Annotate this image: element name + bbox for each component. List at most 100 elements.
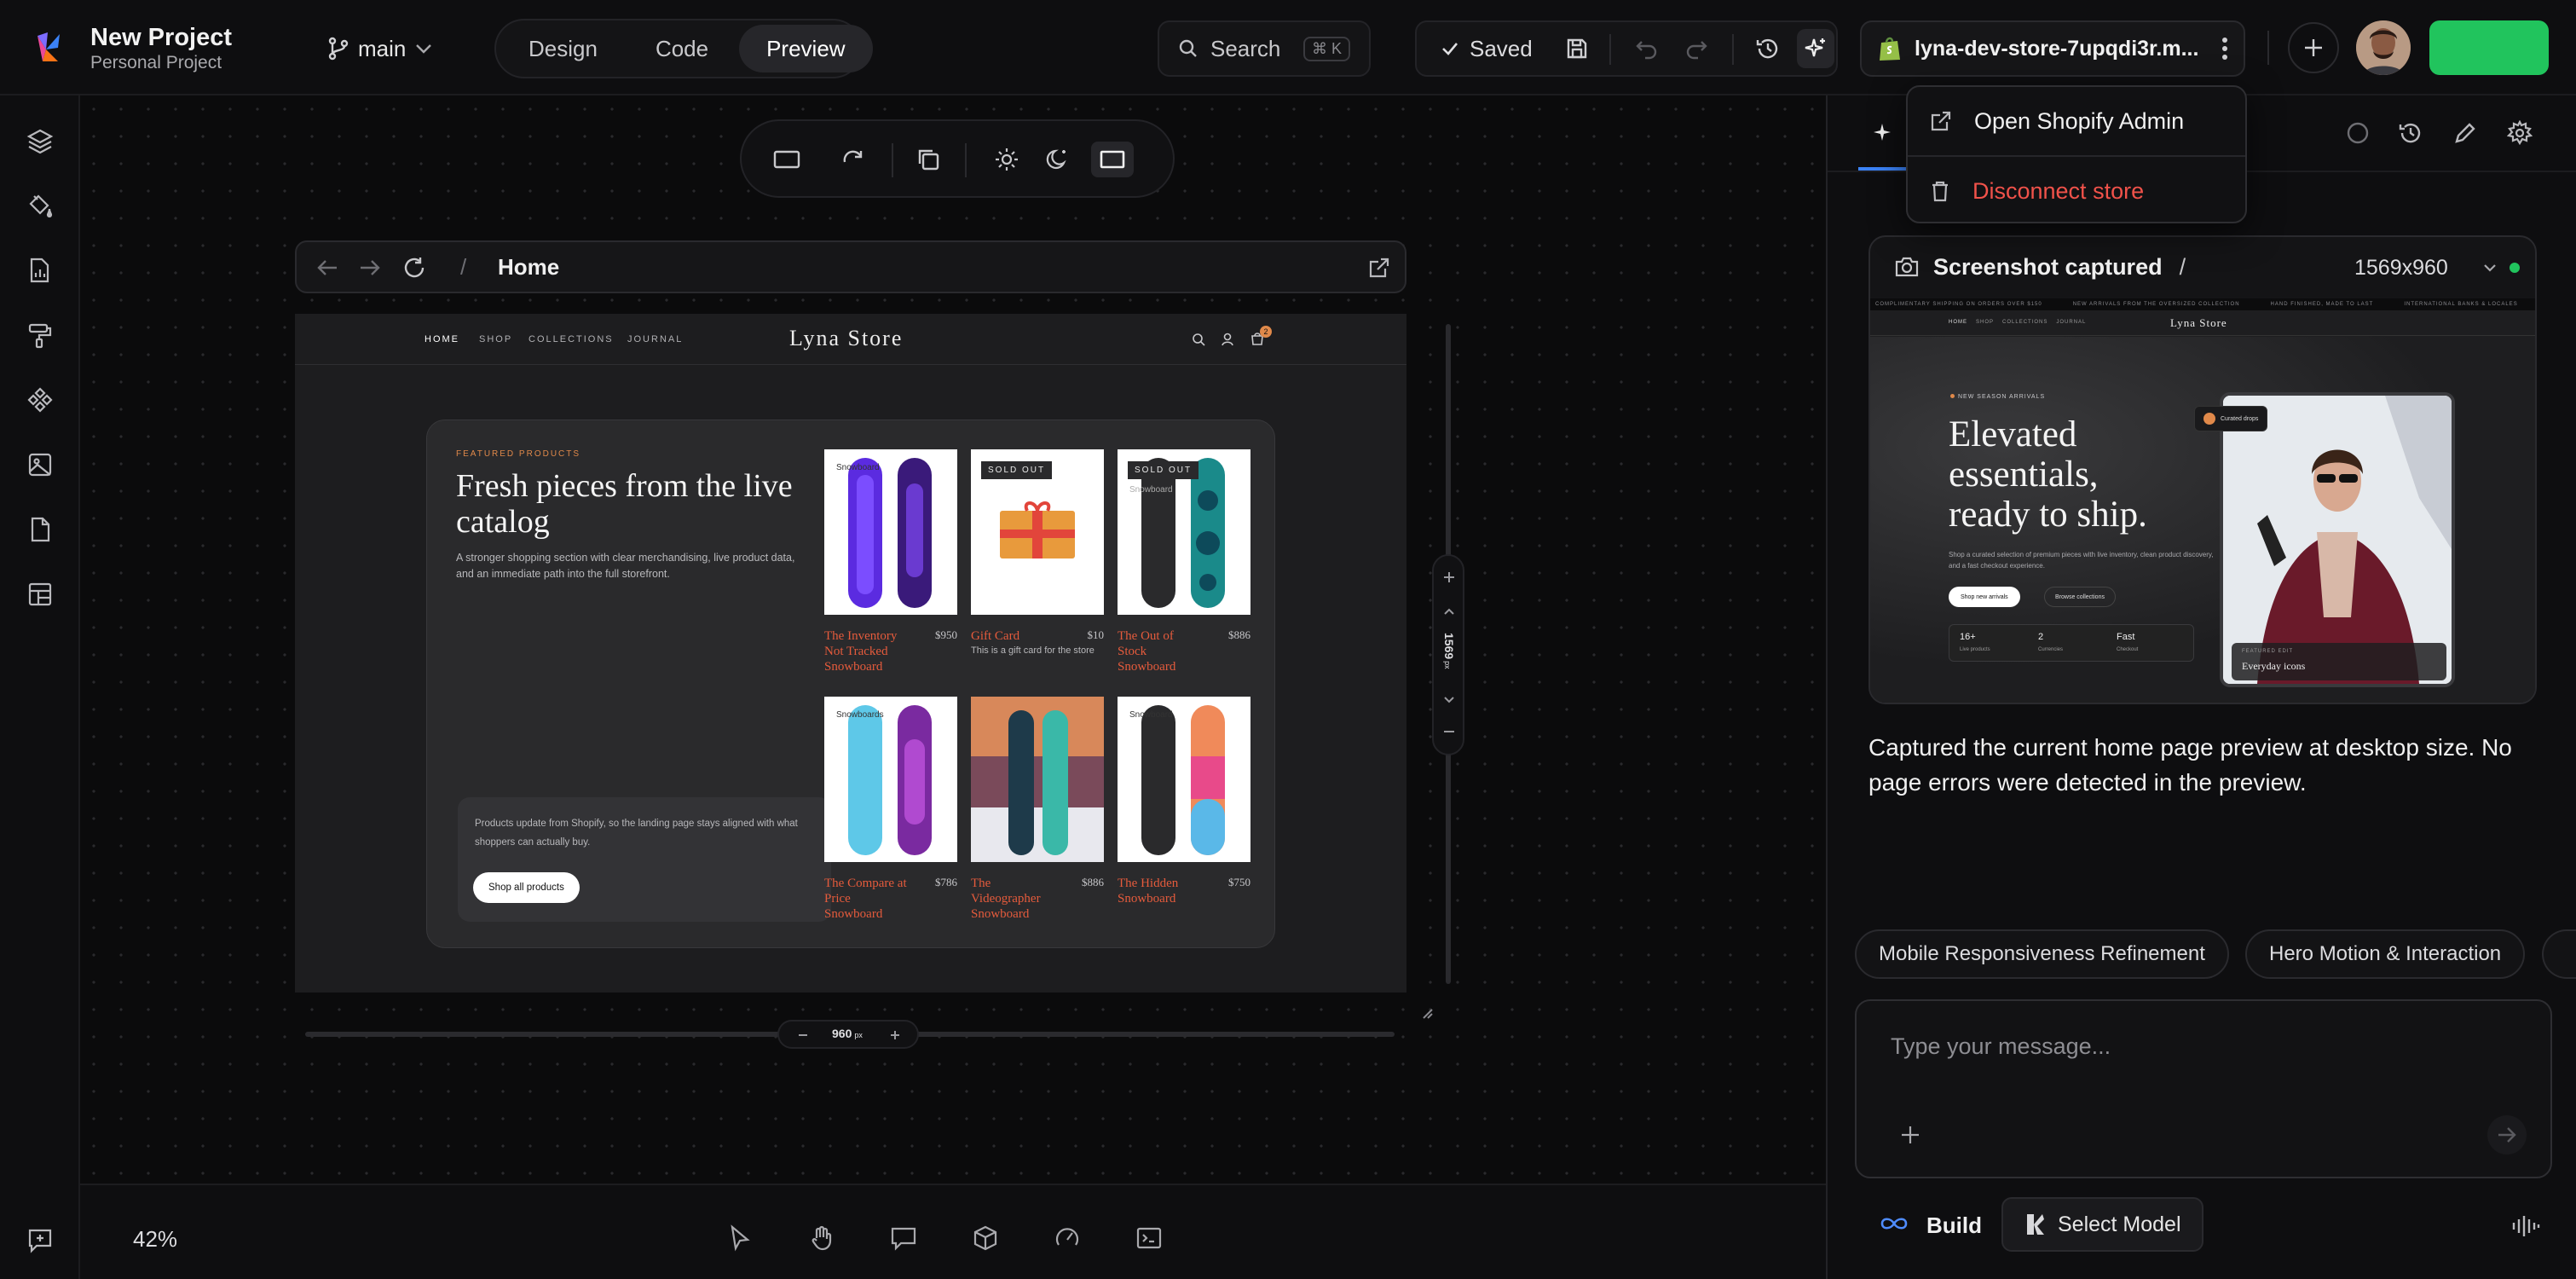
- open-external-button[interactable]: [1366, 254, 1393, 281]
- select-tool-button[interactable]: [725, 1223, 755, 1253]
- menu-item-disconnect-store[interactable]: Disconnect store: [1908, 157, 2245, 225]
- history-button[interactable]: [1754, 35, 1782, 62]
- dark-mode-button[interactable]: [1042, 143, 1074, 176]
- preview-path[interactable]: Home: [498, 254, 559, 281]
- component-tool-button[interactable]: [970, 1223, 1001, 1253]
- sold-out-badge: SOLD OUT: [1128, 461, 1199, 479]
- send-button[interactable]: [2487, 1115, 2527, 1155]
- duplicate-button[interactable]: [912, 143, 944, 176]
- product-image[interactable]: SOLD OUT Snowboard: [1118, 449, 1250, 615]
- user-avatar[interactable]: [2356, 20, 2411, 75]
- site-nav-home[interactable]: HOME: [425, 334, 459, 344]
- site-brand[interactable]: Lyna Store: [789, 326, 903, 351]
- plus-icon[interactable]: [890, 1030, 900, 1040]
- save-button[interactable]: [1563, 35, 1591, 62]
- forward-button[interactable]: [356, 254, 384, 281]
- product-title[interactable]: The Hidden Snowboard: [1118, 876, 1203, 906]
- message-input[interactable]: Type your message...: [1891, 1033, 2111, 1060]
- tab-ai-chat[interactable]: [1868, 118, 1899, 148]
- suggestion-chip[interactable]: Hero Motion & Interaction: [2245, 929, 2526, 979]
- project-title[interactable]: New Project: [90, 24, 232, 52]
- search-button[interactable]: Search ⌘ K: [1158, 20, 1371, 77]
- menu-item-open-shopify-admin[interactable]: Open Shopify Admin: [1908, 87, 2245, 155]
- minus-icon[interactable]: [798, 1033, 808, 1037]
- tab-code[interactable]: Code: [628, 25, 736, 72]
- sidebar-item-components[interactable]: [24, 384, 56, 416]
- product-image[interactable]: Snowboard: [824, 449, 957, 615]
- sidebar-item-theme[interactable]: [24, 189, 56, 222]
- branch-selector[interactable]: main: [327, 34, 433, 63]
- product-title[interactable]: The Videographer Snowboard: [971, 876, 1056, 922]
- external-link-icon: [1369, 258, 1389, 278]
- more-vertical-icon[interactable]: [2221, 37, 2228, 61]
- suggestion-chip[interactable]: Mobile Responsiveness Refinement: [1855, 929, 2229, 979]
- suggestion-chip-overflow[interactable]: [2542, 929, 2576, 979]
- new-item-button[interactable]: [2288, 22, 2339, 73]
- attach-plus-icon[interactable]: [1899, 1124, 1921, 1146]
- height-readout: 1569px: [1442, 633, 1456, 669]
- sidebar-item-templates[interactable]: [24, 578, 56, 611]
- site-nav-collections[interactable]: COLLECTIONS: [528, 334, 614, 344]
- feedback-button[interactable]: [24, 1224, 56, 1257]
- status-indicator[interactable]: [2342, 118, 2373, 148]
- product-title[interactable]: Gift Card: [971, 628, 1056, 644]
- product-image[interactable]: SOLD OUT: [971, 449, 1104, 615]
- chevron-down-icon[interactable]: [1443, 696, 1455, 704]
- sidebar-item-assets[interactable]: [24, 254, 56, 286]
- product-image[interactable]: Snowboard: [1118, 697, 1250, 862]
- frame-view-button[interactable]: [1091, 142, 1134, 177]
- chevron-down-icon[interactable]: [2482, 263, 2498, 273]
- thumb-featured-overlay: FEATURED EDIT Everyday icons: [2232, 643, 2446, 680]
- sidebar-item-layers[interactable]: [24, 124, 56, 157]
- sidebar-item-styles[interactable]: [24, 319, 56, 351]
- shop-all-products-button[interactable]: Shop all products: [473, 872, 580, 903]
- check-icon: [1442, 43, 1458, 55]
- panel-history-button[interactable]: [2395, 118, 2426, 148]
- tab-preview[interactable]: Preview: [739, 25, 873, 72]
- hand-tool-button[interactable]: [806, 1223, 837, 1253]
- back-button[interactable]: [314, 254, 341, 281]
- publish-button[interactable]: [2429, 20, 2549, 75]
- reload-button[interactable]: [401, 254, 428, 281]
- terminal-button[interactable]: [1134, 1223, 1164, 1253]
- sidebar-item-pages[interactable]: [24, 513, 56, 546]
- voice-waveform-icon[interactable]: [2511, 1214, 2540, 1238]
- preview-frame[interactable]: HOME SHOP COLLECTIONS JOURNAL Lyna Store…: [295, 314, 1406, 993]
- zoom-level[interactable]: 42%: [133, 1226, 177, 1253]
- select-model-button[interactable]: Select Model: [2001, 1197, 2203, 1252]
- product-title[interactable]: The Compare at Price Snowboard: [824, 876, 910, 922]
- screenshot-thumbnail[interactable]: COMPLIMENTARY SHIPPING ON ORDERS OVER $1…: [1870, 298, 2535, 703]
- product-image[interactable]: [971, 697, 1104, 862]
- redo-button[interactable]: [1683, 35, 1710, 62]
- tab-design[interactable]: Design: [501, 25, 625, 72]
- settings-button[interactable]: [2504, 118, 2535, 148]
- build-mode-label[interactable]: Build: [1926, 1212, 1982, 1239]
- plus-icon[interactable]: [1443, 571, 1455, 583]
- site-nav-shop[interactable]: SHOP: [479, 334, 512, 344]
- edit-button[interactable]: [2450, 118, 2481, 148]
- undo-button[interactable]: [1633, 35, 1661, 62]
- product-title[interactable]: The Inventory Not Tracked Snowboard: [824, 628, 910, 674]
- chevron-up-icon[interactable]: [1443, 607, 1455, 616]
- thumb-body: Shop a curated selection of premium piec…: [1949, 551, 2214, 570]
- site-search-icon[interactable]: [1192, 333, 1205, 346]
- resize-corner-icon[interactable]: [1420, 1006, 1434, 1020]
- product-image[interactable]: Snowboards: [824, 697, 957, 862]
- section-heading: Fresh pieces from the live catalog: [456, 468, 793, 540]
- minus-icon[interactable]: [1443, 730, 1455, 733]
- screenshot-card-header[interactable]: Screenshot captured / 1569x960: [1870, 237, 2535, 298]
- device-desktop-button[interactable]: [771, 143, 803, 176]
- site-account-icon[interactable]: [1221, 333, 1234, 346]
- sidebar-item-media[interactable]: [24, 449, 56, 481]
- rotate-button[interactable]: [837, 143, 869, 176]
- app-logo-icon[interactable]: [34, 31, 63, 63]
- message-composer[interactable]: Type your message...: [1855, 999, 2552, 1178]
- site-nav-journal[interactable]: JOURNAL: [627, 334, 683, 344]
- comment-tool-button[interactable]: [888, 1223, 919, 1253]
- infinity-icon[interactable]: [1879, 1214, 1909, 1233]
- product-title[interactable]: The Out of Stock Snowboard: [1118, 628, 1203, 674]
- light-mode-button[interactable]: [991, 143, 1023, 176]
- performance-button[interactable]: [1052, 1223, 1083, 1253]
- store-selector[interactable]: lyna-dev-store-7upqdi3r.m...: [1860, 20, 2245, 77]
- ai-assist-button[interactable]: [1797, 29, 1834, 68]
